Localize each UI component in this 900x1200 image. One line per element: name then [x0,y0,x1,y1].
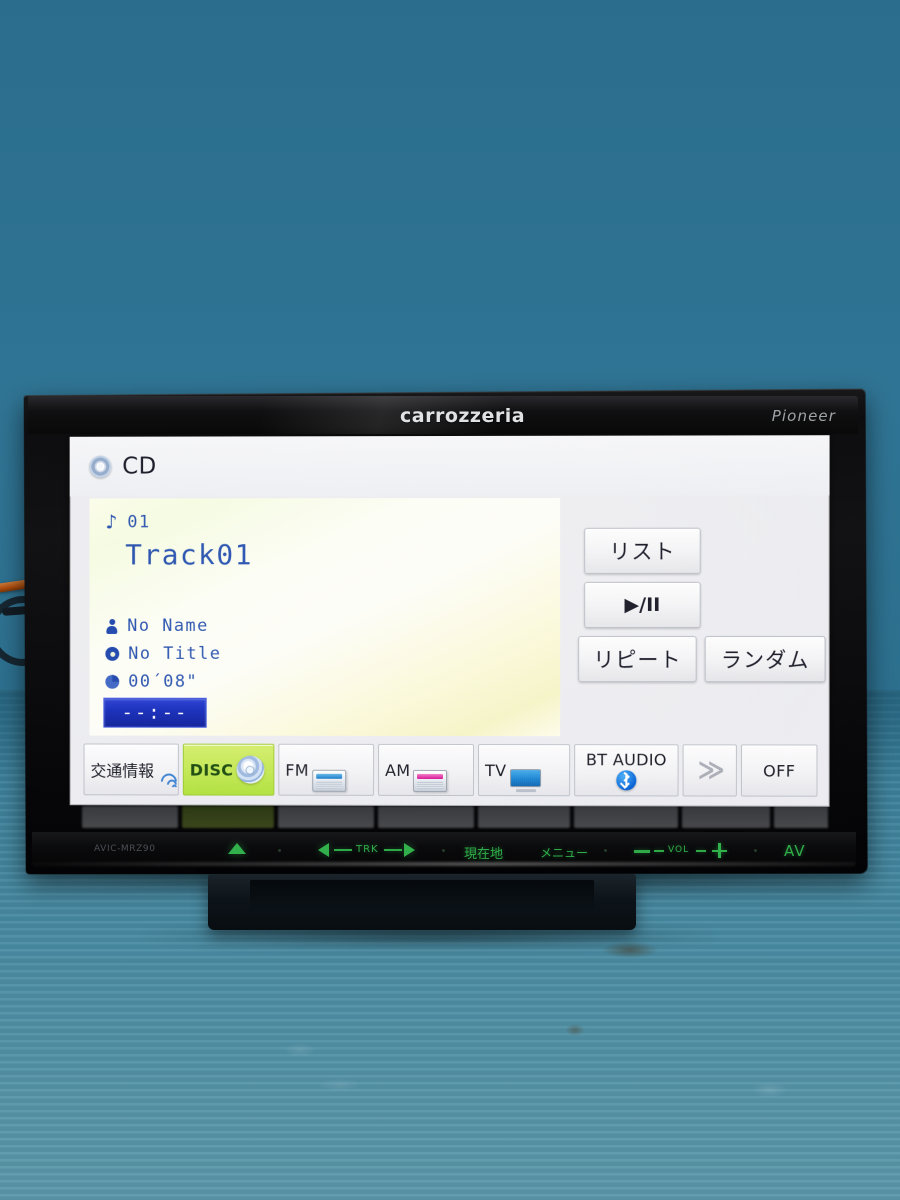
menu-key[interactable]: メニュー [540,844,588,861]
source-label-tv: TV [485,760,507,780]
source-next-page-button[interactable]: ≫ [682,744,737,797]
car-head-unit: carrozzeria Pioneer CD ♪ 01 Track01 No N… [22,388,868,875]
cd-disc-icon [89,455,112,478]
album-name: No Title [128,643,222,664]
random-button[interactable]: ランダム [704,636,826,683]
radio-fm-icon [311,769,346,792]
track-number: 01 [127,512,151,533]
track-prev-line [334,849,352,851]
av-key[interactable]: AV [784,842,806,860]
source-button-off[interactable]: OFF [740,744,818,797]
source-label-am: AM [385,760,411,780]
source-label-traffic: 交通情報 [90,761,155,781]
display-stand [208,874,636,930]
screen-reflection [68,806,828,828]
music-note-icon: ♪ [105,510,119,533]
source-header: CD [69,435,830,497]
key-separator-dot [278,849,281,852]
track-previous-icon[interactable] [318,843,329,857]
source-selection-bar: 交通情報 DISC FM AM TV BT AUDIO ≫ OFF [83,743,818,797]
television-icon [509,769,543,793]
person-icon [105,619,118,634]
carrozzeria-logo: carrozzeria [400,405,526,427]
list-button[interactable]: リスト [584,527,701,574]
source-label-off: OFF [763,760,796,781]
source-label: CD [122,453,157,480]
track-next-icon[interactable] [404,843,415,857]
elapsed-time: 00´08" [128,671,199,692]
model-number-label: AVIC-MRZ90 [94,844,156,854]
cd-disc-icon [236,755,265,784]
track-title: Track01 [125,538,253,572]
now-playing-panel: ♪ 01 Track01 No Name No Title 00´08" --:… [89,497,561,737]
wifi-waves-icon [157,770,181,793]
volume-label: VOL [668,845,690,855]
lcd-touchscreen[interactable]: CD ♪ 01 Track01 No Name No Title 00´08" … [69,435,830,807]
track-number-row: ♪ 01 [105,510,151,533]
volume-plus-icon[interactable] [712,843,727,858]
album-row: No Title [105,644,221,664]
key-separator-dot [604,849,607,852]
volume-line [696,850,706,852]
disc-icon [105,646,120,661]
key-separator-dot [754,849,757,852]
track-next-line [384,849,402,851]
key-separator-dot [442,849,445,852]
radio-am-icon [413,769,448,792]
source-button-tv[interactable]: TV [478,744,571,797]
artist-row: No Name [105,616,209,636]
volume-line [654,850,664,852]
source-label-fm: FM [285,760,309,780]
volume-minus-icon[interactable] [634,850,650,853]
artist-name: No Name [127,616,209,636]
product-photo: carrozzeria Pioneer CD ♪ 01 Track01 No N… [0,0,900,1200]
source-label-disc: DISC [189,760,234,780]
source-button-disc[interactable]: DISC [182,743,275,796]
elapsed-time-row: 00´08" [105,672,198,692]
repeat-button[interactable]: リピート [578,636,697,683]
source-label-bt-audio: BT AUDIO [585,750,667,770]
double-chevron-right-icon: ≫ [697,755,722,786]
hardware-key-strip: AVIC-MRZ90 TRK 現在地 メニュー VOL AV [32,832,856,868]
source-button-traffic[interactable]: 交通情報 [83,743,181,796]
pioneer-logo: Pioneer [771,407,836,425]
track-label: TRK [356,844,379,855]
top-bezel: carrozzeria Pioneer [28,396,858,434]
source-button-am[interactable]: AM [378,743,475,797]
source-button-bt-audio[interactable]: BT AUDIO [574,744,679,797]
clock-icon [105,674,120,689]
play-pause-button[interactable]: ▶/II [584,581,701,629]
source-button-fm[interactable]: FM [278,743,375,796]
current-location-key[interactable]: 現在地 [464,843,503,862]
eject-icon[interactable] [228,843,246,854]
bluetooth-icon [616,770,637,791]
remaining-time-display: --:-- [103,697,207,728]
